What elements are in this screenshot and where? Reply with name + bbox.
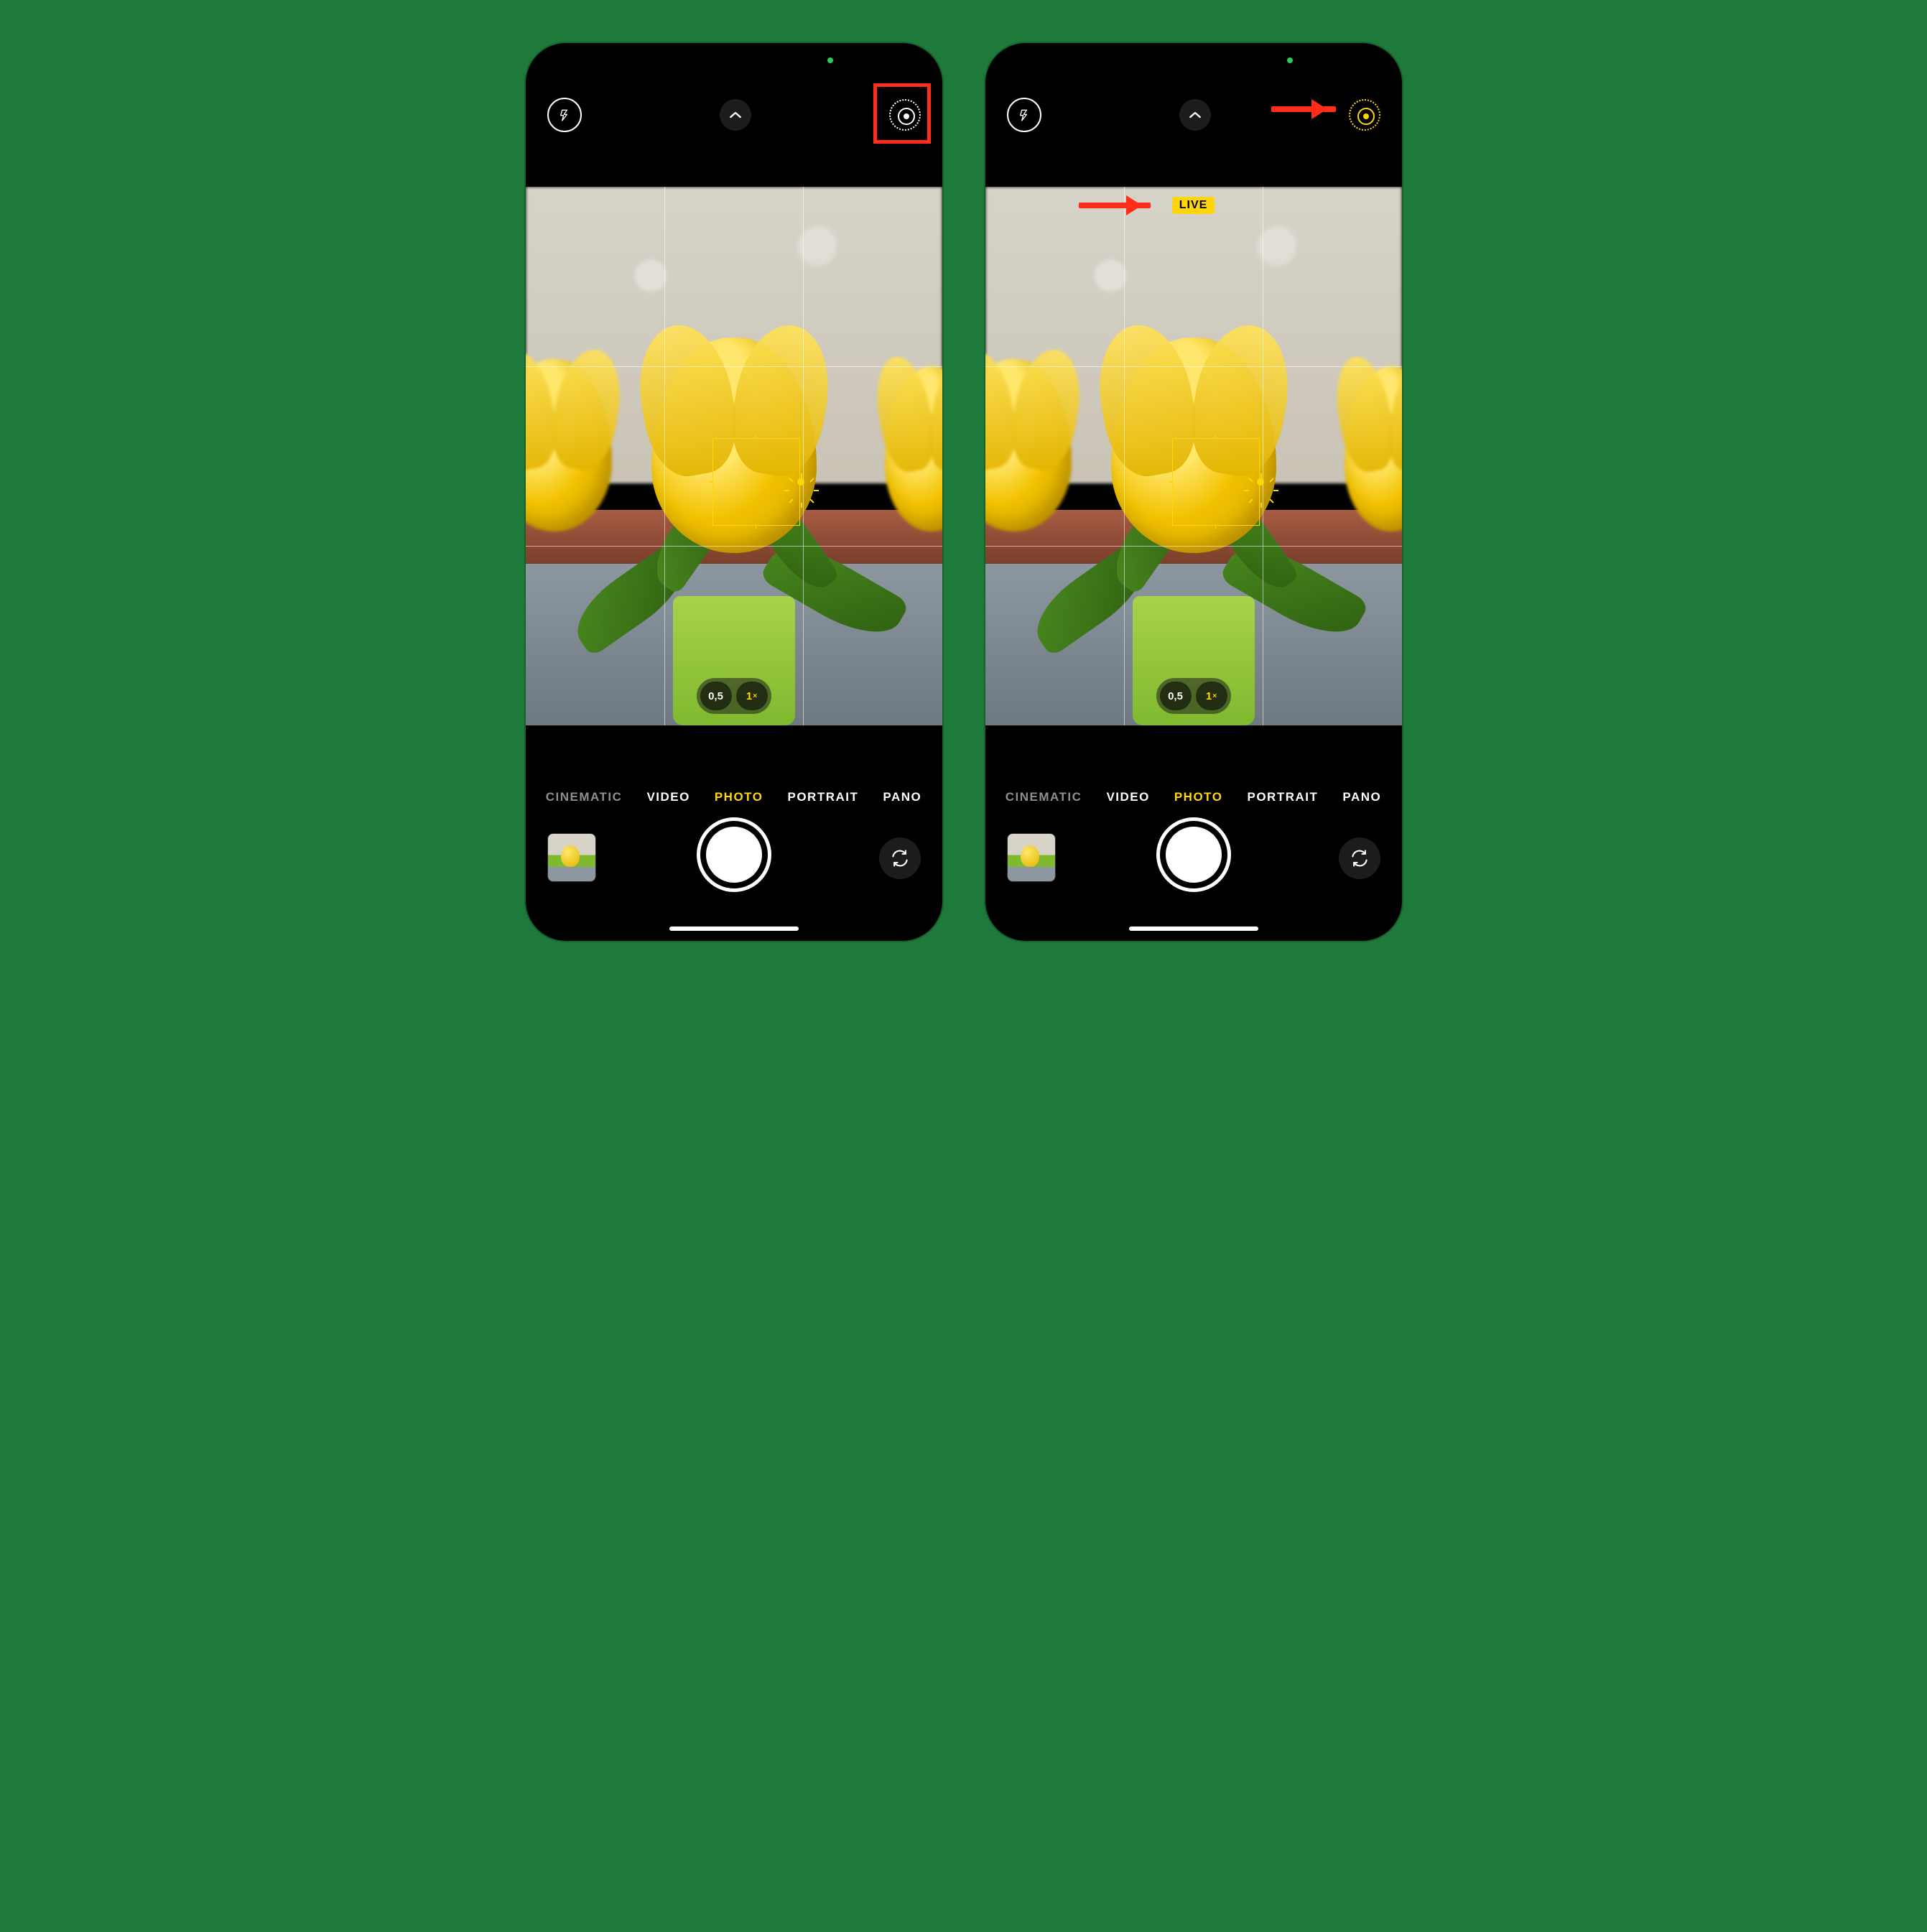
phone-left: 0,5 1× CINEMATIC VIDEO PHOTO PORTRAIT PA…: [526, 43, 942, 941]
grid-line: [985, 546, 1402, 547]
viewfinder[interactable]: LIVE 0,5 1×: [985, 187, 1402, 725]
grid-line: [526, 366, 942, 367]
mode-portrait[interactable]: PORTRAIT: [1247, 790, 1318, 804]
flash-button[interactable]: [1007, 98, 1041, 132]
mode-cinematic[interactable]: CINEMATIC: [546, 790, 623, 804]
grid-line: [1124, 187, 1125, 725]
exposure-sun-icon[interactable]: [1252, 473, 1269, 491]
zoom-1x[interactable]: 1×: [1196, 682, 1227, 710]
photo-library-thumbnail[interactable]: [547, 833, 596, 882]
annotation-red-arrow: [1079, 203, 1151, 208]
zoom-switcher: 0,5 1×: [1156, 678, 1231, 714]
home-indicator[interactable]: [669, 926, 799, 931]
mode-strip[interactable]: CINEMATIC VIDEO PHOTO PORTRAIT PANO: [985, 790, 1402, 804]
grid-line: [664, 187, 665, 725]
privacy-indicator-dot: [1287, 57, 1293, 63]
camera-switch-icon: [890, 848, 910, 868]
mode-video[interactable]: VIDEO: [646, 790, 689, 804]
shutter-button[interactable]: [1156, 817, 1231, 892]
mode-portrait[interactable]: PORTRAIT: [787, 790, 858, 804]
chevron-up-icon: [1189, 111, 1202, 119]
chevron-up-icon: [729, 111, 742, 119]
mode-photo[interactable]: PHOTO: [1174, 790, 1223, 804]
zoom-0-5x[interactable]: 0,5: [1160, 682, 1192, 710]
live-photo-button[interactable]: [1349, 99, 1380, 131]
camera-options-chevron[interactable]: [720, 99, 751, 131]
grid-line: [803, 187, 804, 725]
mode-cinematic[interactable]: CINEMATIC: [1006, 790, 1082, 804]
viewfinder[interactable]: 0,5 1×: [526, 187, 942, 725]
annotation-red-arrow: [1271, 106, 1336, 112]
live-badge: LIVE: [1172, 197, 1215, 214]
camera-options-chevron[interactable]: [1179, 99, 1211, 131]
phone-right: LIVE 0,5 1× CINE: [985, 43, 1402, 941]
mode-pano[interactable]: PANO: [1342, 790, 1381, 804]
photo-library-thumbnail[interactable]: [1007, 833, 1056, 882]
focus-box[interactable]: [1172, 438, 1260, 526]
zoom-switcher: 0,5 1×: [697, 678, 771, 714]
camera-switch-icon: [1350, 848, 1370, 868]
annotation-red-box: [873, 83, 931, 144]
camera-switch-button[interactable]: [1339, 837, 1380, 879]
home-indicator[interactable]: [1129, 926, 1258, 931]
comparison-stage: 0,5 1× CINEMATIC VIDEO PHOTO PORTRAIT PA…: [0, 0, 1927, 984]
flash-icon: [1018, 107, 1030, 123]
grid-line: [985, 366, 1402, 367]
zoom-1x[interactable]: 1×: [736, 682, 768, 710]
mode-strip[interactable]: CINEMATIC VIDEO PHOTO PORTRAIT PANO: [526, 790, 942, 804]
shutter-button[interactable]: [697, 817, 771, 892]
flash-icon: [559, 107, 570, 123]
exposure-sun-icon[interactable]: [792, 473, 809, 491]
mode-video[interactable]: VIDEO: [1106, 790, 1149, 804]
zoom-0-5x[interactable]: 0,5: [700, 682, 732, 710]
privacy-indicator-dot: [827, 57, 833, 63]
mode-pano[interactable]: PANO: [883, 790, 921, 804]
mode-photo[interactable]: PHOTO: [715, 790, 763, 804]
camera-switch-button[interactable]: [879, 837, 921, 879]
focus-box[interactable]: [712, 438, 800, 526]
grid-line: [526, 546, 942, 547]
camera-top-bar: [985, 93, 1402, 136]
flash-button[interactable]: [547, 98, 582, 132]
